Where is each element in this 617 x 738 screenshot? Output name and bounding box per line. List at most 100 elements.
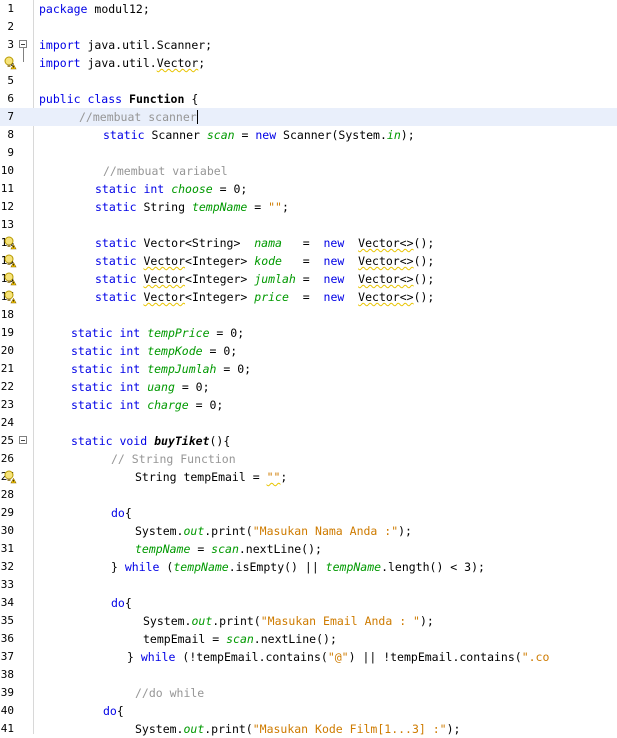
code-token: <Integer>: [185, 290, 255, 304]
code-token: .print(: [212, 614, 261, 628]
code-line[interactable]: 7 //membuat scanner: [0, 108, 617, 126]
line-number: 29: [0, 506, 14, 519]
code-text: static int uang = 0;: [71, 378, 210, 396]
warning-hint-icon[interactable]: [3, 290, 17, 304]
warning-hint-icon[interactable]: [3, 56, 17, 70]
code-line[interactable]: 41 System.out.print("Masukan Kode Film[1.…: [0, 720, 617, 738]
code-line[interactable]: 31 tempName = scan.nextLine();: [0, 540, 617, 558]
code-text: //membuat scanner: [79, 108, 198, 126]
code-line[interactable]: 4import java.util.Vector;: [0, 54, 617, 72]
warning-hint-icon[interactable]: [3, 272, 17, 286]
code-text: tempEmail = scan.nextLine();: [143, 630, 337, 648]
code-line[interactable]: 9: [0, 144, 617, 162]
line-number: 12: [0, 200, 14, 213]
code-line[interactable]: 29 do{: [0, 504, 617, 522]
code-line[interactable]: 35 System.out.print("Masukan Email Anda :…: [0, 612, 617, 630]
code-line[interactable]: 23 static int charge = 0;: [0, 396, 617, 414]
line-number: 33: [0, 578, 14, 591]
code-token: tempKode: [147, 344, 203, 358]
code-token: static int: [95, 182, 165, 196]
code-token: Scanner(System.: [276, 128, 387, 142]
code-line[interactable]: 36 tempEmail = scan.nextLine();: [0, 630, 617, 648]
line-number: 23: [0, 398, 14, 411]
code-token: Scanner: [144, 128, 207, 142]
code-line[interactable]: 16static Vector<Integer> jumlah = new Ve…: [0, 270, 617, 288]
code-line[interactable]: 28: [0, 486, 617, 504]
code-token: );: [419, 614, 434, 628]
code-line[interactable]: 40 do{: [0, 702, 617, 720]
code-line[interactable]: 19 static int tempPrice = 0;: [0, 324, 617, 342]
code-line[interactable]: 33: [0, 576, 617, 594]
warning-hint-icon[interactable]: [3, 470, 17, 484]
code-line[interactable]: 20 static int tempKode = 0;: [0, 342, 617, 360]
code-line[interactable]: 12 static String tempName = "";: [0, 198, 617, 216]
code-line[interactable]: 6 public class Function {: [0, 90, 617, 108]
fold-collapse-icon[interactable]: [19, 436, 27, 444]
code-text: static Scanner scan = new Scanner(System…: [103, 126, 415, 144]
code-token: =: [288, 290, 324, 304]
line-number: 24: [0, 416, 14, 429]
line-number: 10: [0, 164, 14, 177]
code-token: tempName: [191, 200, 248, 214]
code-line[interactable]: 24: [0, 414, 617, 432]
code-line[interactable]: 10 //membuat variabel: [0, 162, 617, 180]
code-line[interactable]: 34 do{: [0, 594, 617, 612]
code-line[interactable]: 14static Vector<String> nama = new Vecto…: [0, 234, 617, 252]
code-line[interactable]: 37} while (!tempEmail.contains("@") || !…: [0, 648, 617, 666]
code-editor[interactable]: 1 package modul12; 2 3 import java.util.Scan…: [0, 0, 617, 736]
code-line[interactable]: 21 static int tempJumlah = 0;: [0, 360, 617, 378]
code-line[interactable]: 3 import java.util.Scanner;: [0, 36, 617, 54]
code-token: static int: [71, 326, 141, 340]
code-token: static int: [71, 380, 141, 394]
code-token: tempEmail =: [143, 632, 227, 646]
code-token: = 0;: [216, 362, 252, 376]
line-number: 34: [0, 596, 14, 609]
code-line[interactable]: 8 static Scanner scan = new Scanner(Syste…: [0, 126, 617, 144]
code-token: Vector<String>: [136, 236, 255, 250]
code-line[interactable]: 18: [0, 306, 617, 324]
code-text: static Vector<Integer> price = new Vecto…: [95, 288, 434, 306]
code-line[interactable]: 5: [0, 72, 617, 90]
code-line[interactable]: 13: [0, 216, 617, 234]
line-number: 41: [0, 722, 14, 735]
code-token: <Integer>: [185, 254, 255, 268]
code-line[interactable]: 25 static void buyTiket(){: [0, 432, 617, 450]
code-text: //membuat variabel: [103, 162, 228, 180]
code-token: in: [386, 128, 401, 142]
line-number: 2: [7, 20, 14, 33]
code-line[interactable]: 11 static int choose = 0;: [0, 180, 617, 198]
warning-hint-icon[interactable]: [3, 254, 17, 268]
code-token: scan: [226, 632, 254, 646]
code-token: {: [124, 596, 132, 610]
line-number: 22: [0, 380, 14, 393]
code-line[interactable]: 38: [0, 666, 617, 684]
code-line[interactable]: 32} while (tempName.isEmpty() || tempNam…: [0, 558, 617, 576]
code-line[interactable]: 39 //do while: [0, 684, 617, 702]
code-token: .isEmpty() ||: [228, 560, 326, 574]
code-token: "Masukan Nama Anda :": [252, 524, 399, 538]
code-line[interactable]: 22 static int uang = 0;: [0, 378, 617, 396]
code-line[interactable]: 1 package modul12;: [0, 0, 617, 18]
code-line[interactable]: 27String tempEmail = "";: [0, 468, 617, 486]
code-line[interactable]: 2: [0, 18, 617, 36]
code-line[interactable]: 26 // String Function: [0, 450, 617, 468]
code-token: ;: [280, 470, 288, 484]
code-token: = 0;: [209, 326, 245, 340]
code-token: "Masukan Email Anda : ": [260, 614, 420, 628]
code-token: uang: [147, 380, 175, 394]
line-number: 35: [0, 614, 14, 627]
code-line[interactable]: 17static Vector<Integer> price = new Vec…: [0, 288, 617, 306]
code-token: new: [323, 254, 345, 268]
warning-hint-icon[interactable]: [3, 236, 17, 250]
code-text: } while (tempName.isEmpty() || tempName.…: [111, 558, 485, 576]
code-token: new: [255, 128, 277, 142]
code-text: System.out.print("Masukan Email Anda : "…: [143, 612, 434, 630]
code-line[interactable]: 30 System.out.print("Masukan Nama Anda :"…: [0, 522, 617, 540]
code-token: = 0;: [174, 380, 210, 394]
code-token: java.util.: [80, 56, 157, 70]
code-token: static: [95, 236, 137, 250]
code-line[interactable]: 15static Vector<Integer> kode = new Vect…: [0, 252, 617, 270]
code-token: jumlah: [254, 272, 296, 286]
fold-collapse-icon[interactable]: [19, 40, 27, 48]
